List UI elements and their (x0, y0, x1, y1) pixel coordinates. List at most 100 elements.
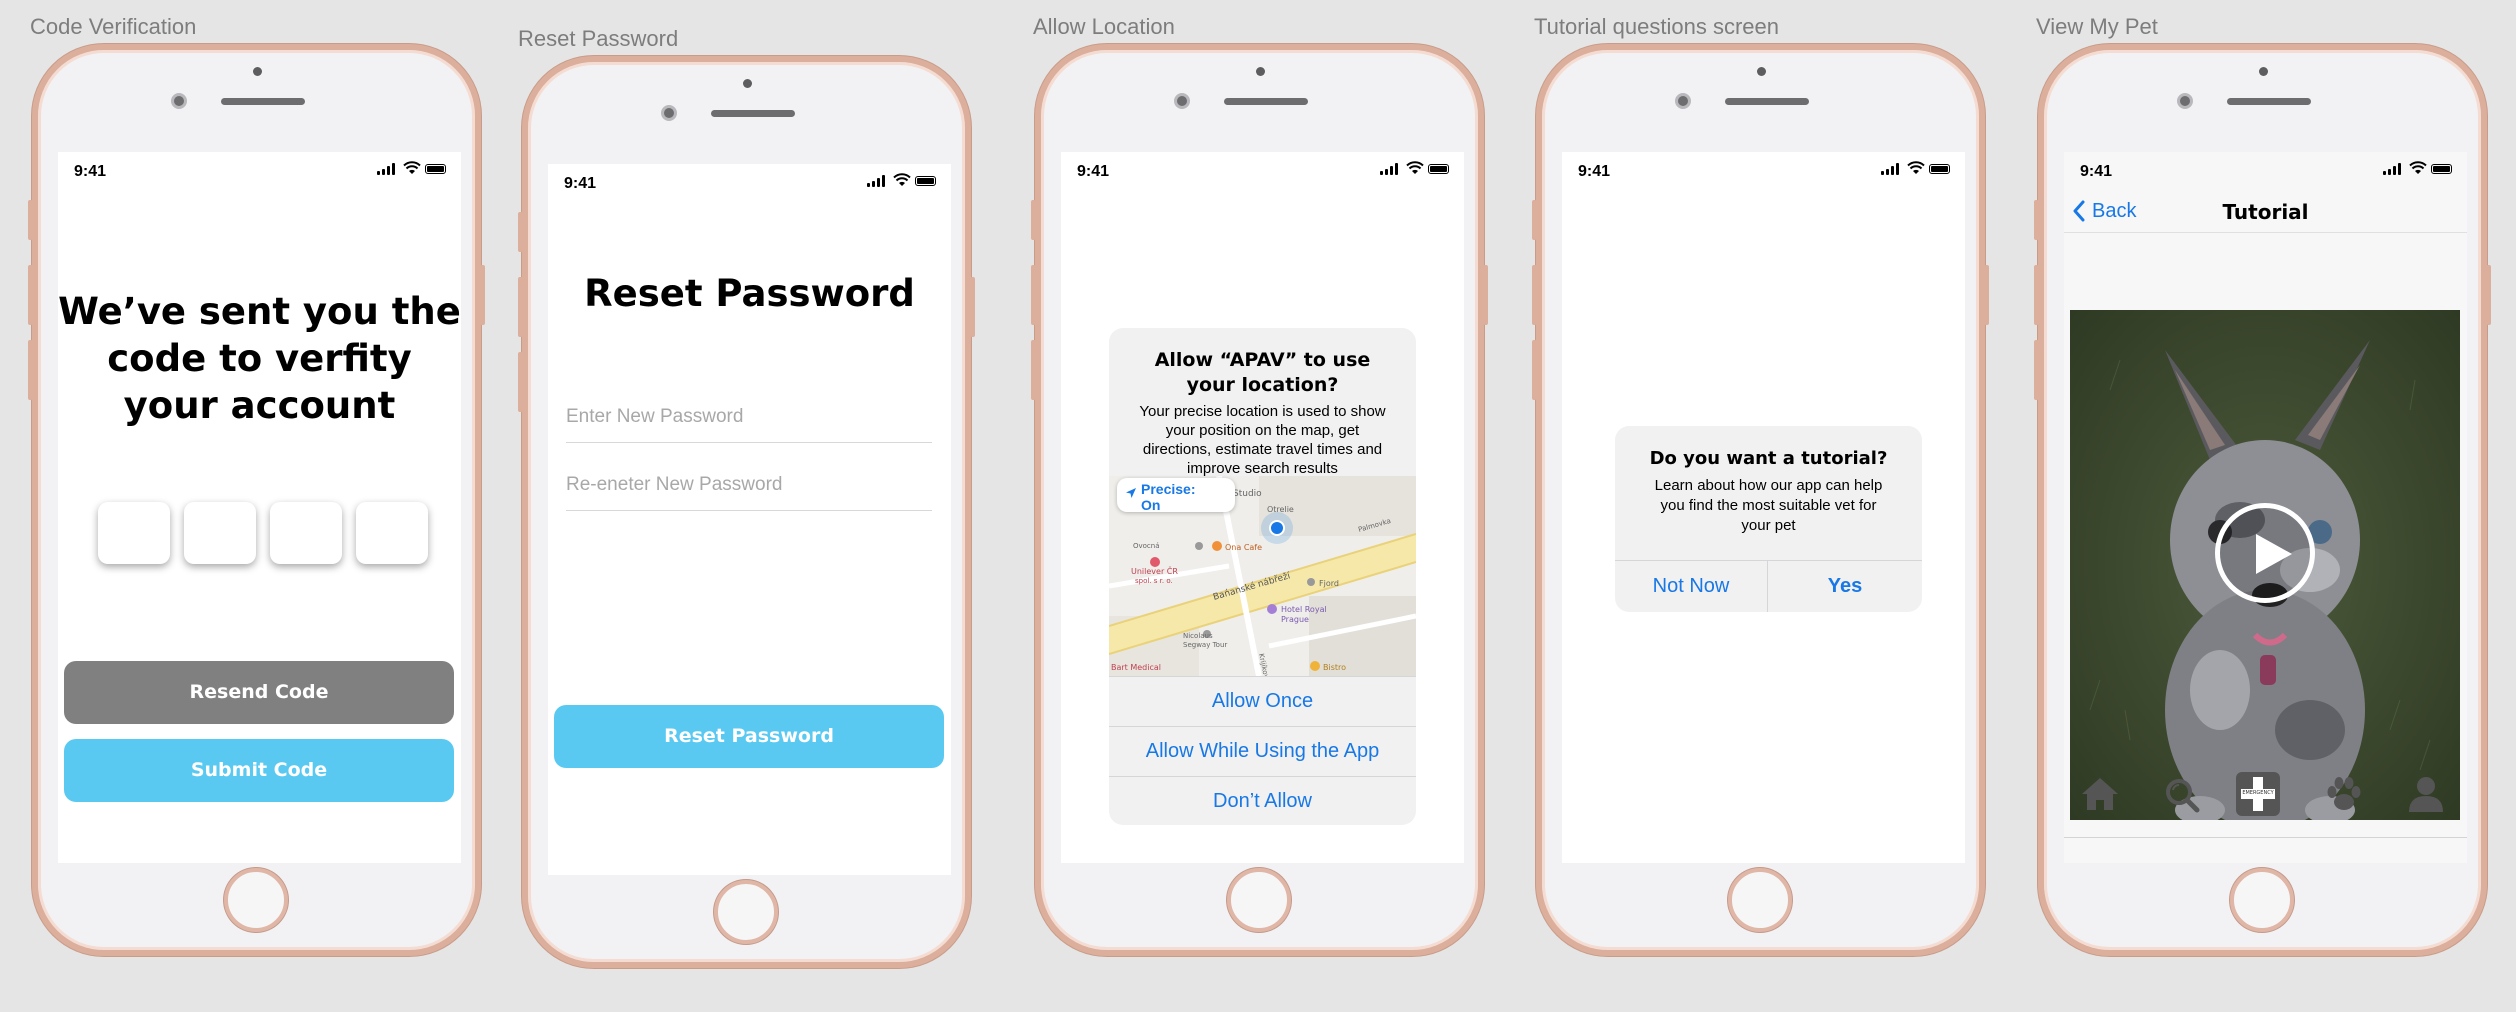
signal-bar (387, 166, 390, 175)
precise-label: Precise: On (1141, 481, 1195, 513)
front-camera (1174, 93, 1190, 109)
volume-down-button (1031, 340, 1036, 400)
sensor-dot (1256, 67, 1265, 76)
front-camera (661, 105, 677, 121)
home-button (714, 880, 778, 944)
screen-code-verification: 9:41 We’ve sent you the code to verfity … (58, 152, 461, 863)
sensor-dot (253, 67, 262, 76)
not-now-button[interactable]: Not Now (1615, 560, 1768, 612)
heading-line: your account (123, 384, 396, 427)
front-camera (1675, 93, 1691, 109)
signal-bar (392, 163, 395, 175)
signal-bar (1896, 163, 1899, 175)
volume-up-button (28, 265, 33, 325)
new-password-input[interactable]: Enter New Password (566, 406, 932, 443)
map-label: Nicolaus (1183, 632, 1213, 640)
location-arrow-icon (1126, 488, 1136, 498)
home-button (1227, 868, 1291, 932)
reenter-password-input[interactable]: Re-eneter New Password (566, 474, 932, 511)
tabbar-spacer (2064, 840, 2467, 863)
search-icon[interactable] (2160, 772, 2204, 816)
emergency-label: EMERGENCY (2242, 790, 2274, 796)
navigation-bar: Back Tutorial (2064, 190, 2467, 233)
reset-password-button[interactable]: Reset Password (554, 705, 944, 768)
play-button[interactable] (2215, 503, 2315, 603)
screen-reset-password: 9:41 Reset Password Enter New Password R… (548, 164, 951, 875)
power-button (1984, 265, 1989, 325)
volume-down-button (28, 340, 33, 400)
wifi-icon (893, 173, 911, 186)
phone-allow-location: 9:41 Allow “APAV” to use your location? … (1031, 44, 1488, 956)
volume-up-button (518, 277, 523, 337)
earpiece-speaker (1224, 98, 1308, 105)
front-camera (2177, 93, 2193, 109)
power-button (1483, 265, 1488, 325)
location-permission-alert: Allow “APAV” to use your location? Your … (1109, 328, 1416, 825)
signal-bar (382, 169, 385, 175)
screen-view-my-pet: 9:41 Back Tutorial EMERGENCY (2064, 152, 2467, 863)
status-icons (1881, 161, 1951, 177)
status-time: 9:41 (2080, 163, 2113, 180)
power-button (970, 277, 975, 337)
submit-code-button[interactable]: Submit Code (64, 739, 454, 802)
home-icon[interactable] (2078, 772, 2122, 816)
status-time: 9:41 (74, 163, 107, 180)
tutorial-video[interactable] (2070, 310, 2460, 820)
tutorial-alert-message: Learn about how our app can help you fin… (1615, 476, 1922, 536)
status-bar: 9:41 (58, 152, 461, 188)
resend-code-button[interactable]: Resend Code (64, 661, 454, 724)
map-label: spol. s r. o. (1135, 577, 1173, 585)
map-label: Bistro (1323, 663, 1346, 672)
alert-title: Allow “APAV” to use your location? (1109, 348, 1416, 398)
mute-switch (1532, 200, 1537, 240)
allow-once-button[interactable]: Allow Once (1109, 676, 1416, 726)
code-digit-4-input[interactable] (356, 502, 428, 564)
status-icons (867, 173, 937, 189)
yes-button[interactable]: Yes (1768, 560, 1922, 612)
heading-line: code to verfity (107, 337, 412, 380)
battery-icon (2431, 164, 2452, 174)
volume-down-button (1532, 340, 1537, 400)
code-digit-1-input[interactable] (98, 502, 170, 564)
frame-label-view-my-pet: View My Pet (2036, 14, 2158, 39)
signal-bar (1385, 169, 1388, 175)
battery-icon (425, 164, 446, 174)
dont-allow-button[interactable]: Don’t Allow (1109, 776, 1416, 825)
status-time: 9:41 (1077, 163, 1110, 180)
signal-bar (1390, 166, 1393, 175)
earpiece-speaker (2227, 98, 2311, 105)
alert-message-line: Your precise location is used to show (1139, 403, 1386, 420)
status-bar: 9:41 (2064, 152, 2467, 188)
signal-bar (2393, 166, 2396, 175)
alert-message-line: your position on the map, get (1165, 422, 1360, 439)
allow-while-using-button[interactable]: Allow While Using the App (1109, 726, 1416, 776)
phone-reset-password: 9:41 Reset Password Enter New Password R… (518, 56, 975, 968)
screen-allow-location: 9:41 Allow “APAV” to use your location? … (1061, 152, 1464, 863)
map-label: Studio (1233, 489, 1262, 499)
signal-icon (1881, 171, 1884, 175)
signal-bar (872, 181, 875, 187)
paw-icon[interactable] (2322, 772, 2366, 816)
signal-bar (877, 178, 880, 187)
sensor-dot (2259, 67, 2268, 76)
heading-line: We’ve sent you the (58, 290, 461, 333)
signal-icon (1380, 171, 1383, 175)
signal-bar (2398, 163, 2401, 175)
signal-icon (867, 183, 870, 187)
emergency-icon[interactable]: EMERGENCY (2236, 772, 2280, 816)
precise-label-text: Precise: (1141, 481, 1196, 497)
earpiece-speaker (711, 110, 795, 117)
volume-up-button (1031, 265, 1036, 325)
power-button (480, 265, 485, 325)
screen-tutorial-questions: 9:41 Do you want a tutorial? Learn about… (1562, 152, 1965, 863)
map-label: Hotel Royal (1281, 605, 1327, 614)
frame-label-tutorial-questions: Tutorial questions screen (1534, 14, 1779, 39)
precise-location-toggle[interactable]: Precise: On (1117, 478, 1235, 513)
frame-label-reset-password: Reset Password (518, 26, 679, 51)
profile-icon[interactable] (2404, 772, 2448, 816)
map-label: Ovocná (1133, 542, 1160, 550)
signal-bar (1395, 163, 1398, 175)
code-digit-2-input[interactable] (184, 502, 256, 564)
code-digit-3-input[interactable] (270, 502, 342, 564)
status-icons (377, 161, 447, 177)
